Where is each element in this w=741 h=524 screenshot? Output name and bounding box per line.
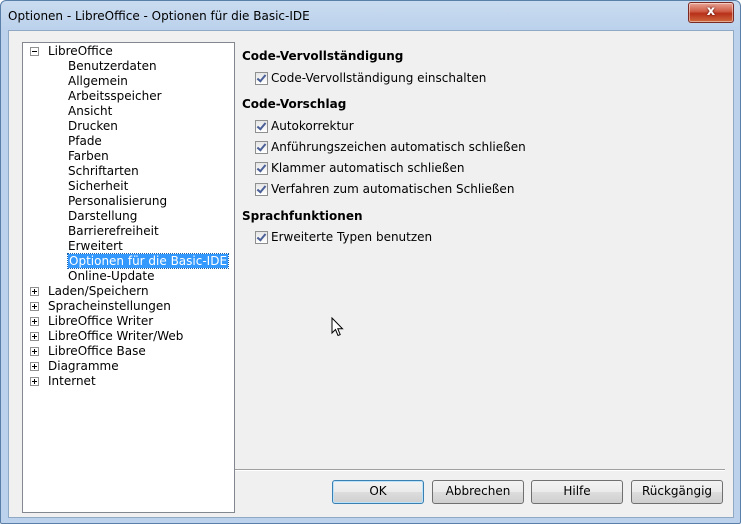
tree-item[interactable]: Erweitert [68,239,123,254]
tree-item-label: Internet [48,374,96,388]
expand-icon[interactable] [30,332,39,341]
close-icon: x [706,4,716,19]
tree-item-label: Laden/Speichern [48,284,149,298]
cancel-button[interactable]: Abbrechen [432,480,524,504]
tree-group[interactable]: LibreOffice Writer [48,314,153,329]
tree-item-label: Personalisierung [68,194,168,208]
title-bar[interactable]: Optionen - LibreOffice - Optionen für di… [1,1,740,29]
checkbox-checked-icon[interactable] [255,162,268,175]
tree-item[interactable]: Schriftarten [68,164,139,179]
tree-item-label: Sicherheit [68,179,129,193]
tree-item[interactable]: Sicherheit [68,179,128,194]
close-button[interactable]: x [688,2,734,23]
tree-item[interactable]: Farben [68,149,109,164]
tree-item[interactable]: Personalisierung [68,194,167,209]
section-title: Sprachfunktionen [242,209,363,223]
dialog-client-area: LibreOffice Benutzerdaten Allgemein Arbeits… [8,30,734,518]
expand-icon[interactable] [30,317,39,326]
checkbox-checked-icon[interactable] [255,231,268,244]
expand-icon[interactable] [30,287,39,296]
checkbox-checked-icon[interactable] [255,120,268,133]
expand-icon[interactable] [30,377,39,386]
window-title: Optionen - LibreOffice - Optionen für di… [8,9,310,23]
expand-icon[interactable] [30,362,39,371]
section-title: Code-Vorschlag [242,97,347,111]
tree-item[interactable]: Darstellung [68,209,137,224]
tree-item-label: Erweitert [68,239,123,253]
tree-item[interactable]: Arbeitsspeicher [68,89,162,104]
option-label: Code-Vervollständigung einschalten [271,71,487,85]
basic-ide-options-panel: Code-Vervollständigung Code-Vervollständi… [233,31,733,471]
tree-item-label: LibreOffice Writer [48,314,154,328]
tree-item-label: Allgemein [68,74,128,88]
button-separator [235,469,725,471]
tree-item-label: Pfade [68,134,102,148]
mouse-cursor-icon [331,317,344,337]
tree-item-label: Arbeitsspeicher [68,89,162,103]
tree-item[interactable]: Ansicht [68,104,112,119]
tree-item-label: Ansicht [68,104,113,118]
tree-item-label: LibreOffice Writer/Web [48,329,184,343]
tree-item[interactable]: Drucken [68,119,118,134]
tree-group[interactable]: LibreOffice Writer/Web [48,329,183,344]
tree-group[interactable]: Spracheinstellungen [48,299,171,314]
expand-icon[interactable] [30,347,39,356]
tree-root-libreoffice[interactable]: LibreOffice [48,44,113,59]
section-title: Code-Vervollständigung [242,49,404,63]
checkbox-checked-icon[interactable] [255,141,268,154]
tree-item-label: Optionen für die Basic-IDE [66,253,230,269]
option-label: Autokorrektur [271,119,354,133]
collapse-icon[interactable] [30,47,39,56]
reset-button[interactable]: Rückgängig [631,480,723,504]
checkbox-checked-icon[interactable] [255,72,268,85]
option-label: Anführungszeichen automatisch schließen [271,140,526,154]
tree-item-label: Benutzerdaten [68,59,157,73]
tree-item-label: Darstellung [68,209,138,223]
option-label: Klammer automatisch schließen [271,161,465,175]
tree-item[interactable]: Online-Update [68,269,155,284]
tree-item-label: Drucken [68,119,118,133]
tree-item[interactable]: Optionen für die Basic-IDE [66,253,230,269]
tree-item-label: Schriftarten [68,164,139,178]
tree-item[interactable]: Pfade [68,134,102,149]
checkbox-checked-icon[interactable] [255,183,268,196]
ok-button[interactable]: OK [332,480,424,504]
option-label: Erweiterte Typen benutzen [271,230,433,244]
tree-item-label: LibreOffice [48,44,113,58]
help-button[interactable]: Hilfe [531,480,623,504]
tree-group[interactable]: LibreOffice Base [48,344,146,359]
tree-item-label: Barrierefreiheit [68,224,159,238]
tree-item-label: Farben [68,149,109,163]
options-dialog: Optionen - LibreOffice - Optionen für di… [0,0,741,524]
tree-item-label: Diagramme [48,359,119,373]
option-label: Verfahren zum automatischen Schließen [271,182,515,196]
expand-icon[interactable] [30,302,39,311]
tree-item-label: Online-Update [68,269,155,283]
tree-item[interactable]: Barrierefreiheit [68,224,159,239]
tree-group[interactable]: Diagramme [48,359,119,374]
tree-group[interactable]: Laden/Speichern [48,284,149,299]
tree-item[interactable]: Allgemein [68,74,128,89]
tree-item-label: Spracheinstellungen [48,299,171,313]
tree-group[interactable]: Internet [48,374,96,389]
tree-item-label: LibreOffice Base [48,344,146,358]
tree-item[interactable]: Benutzerdaten [68,59,157,74]
options-tree[interactable]: LibreOffice Benutzerdaten Allgemein Arbeits… [22,42,235,513]
